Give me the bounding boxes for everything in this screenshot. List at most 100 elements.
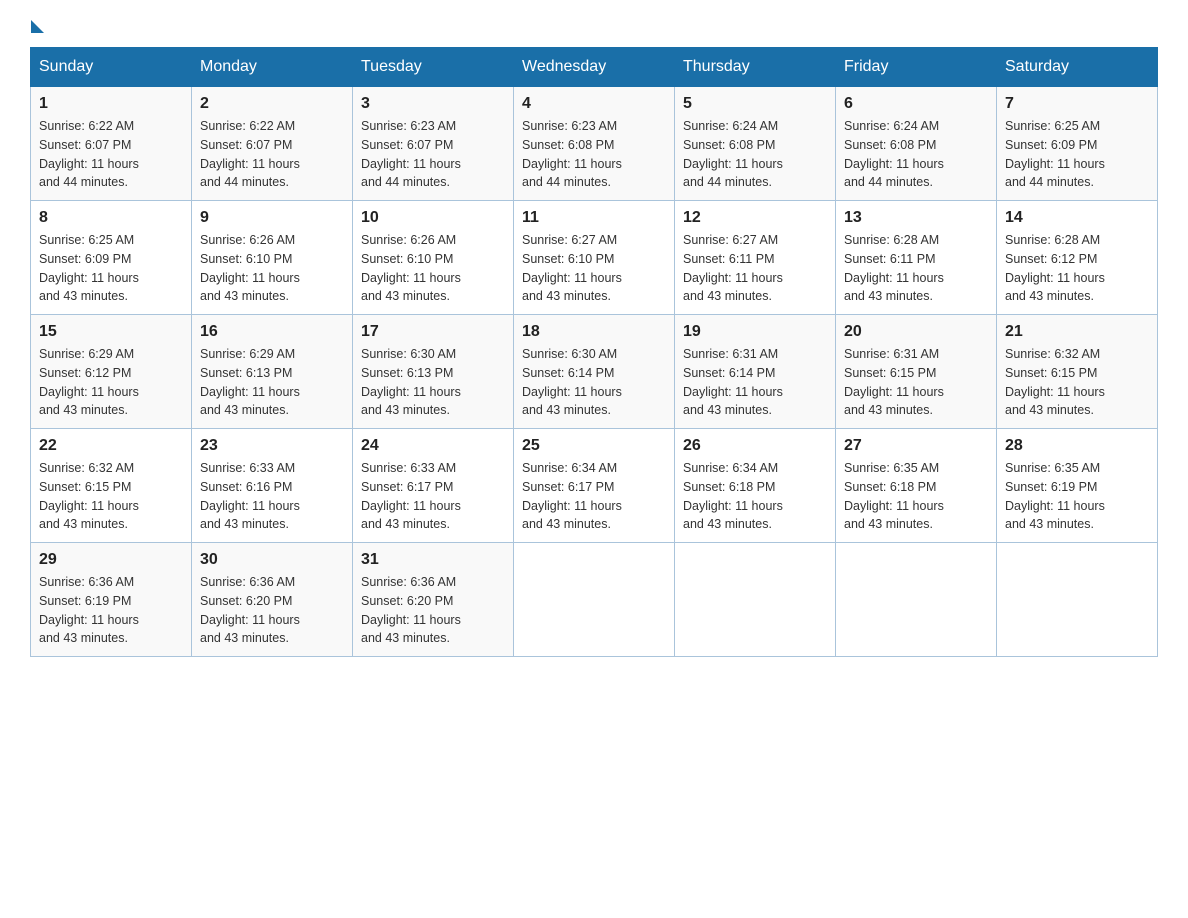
day-info: Sunrise: 6:30 AMSunset: 6:13 PMDaylight:… (361, 345, 505, 420)
day-number: 24 (361, 437, 505, 455)
day-number: 8 (39, 209, 183, 227)
calendar-day-cell: 19 Sunrise: 6:31 AMSunset: 6:14 PMDayligh… (675, 315, 836, 429)
calendar-day-cell: 18 Sunrise: 6:30 AMSunset: 6:14 PMDayligh… (514, 315, 675, 429)
day-number: 31 (361, 551, 505, 569)
calendar-day-cell: 11 Sunrise: 6:27 AMSunset: 6:10 PMDayligh… (514, 201, 675, 315)
day-info: Sunrise: 6:29 AMSunset: 6:13 PMDaylight:… (200, 345, 344, 420)
day-info: Sunrise: 6:24 AMSunset: 6:08 PMDaylight:… (844, 117, 988, 192)
calendar-day-cell: 27 Sunrise: 6:35 AMSunset: 6:18 PMDayligh… (836, 429, 997, 543)
calendar-day-cell: 15 Sunrise: 6:29 AMSunset: 6:12 PMDayligh… (31, 315, 192, 429)
day-info: Sunrise: 6:22 AMSunset: 6:07 PMDaylight:… (39, 117, 183, 192)
day-info: Sunrise: 6:35 AMSunset: 6:19 PMDaylight:… (1005, 459, 1149, 534)
col-thursday: Thursday (675, 48, 836, 87)
calendar-week-row: 29 Sunrise: 6:36 AMSunset: 6:19 PMDayligh… (31, 543, 1158, 657)
calendar-day-cell: 21 Sunrise: 6:32 AMSunset: 6:15 PMDayligh… (997, 315, 1158, 429)
calendar-table: Sunday Monday Tuesday Wednesday Thursday… (30, 47, 1158, 657)
calendar-day-cell (675, 543, 836, 657)
calendar-day-cell: 26 Sunrise: 6:34 AMSunset: 6:18 PMDayligh… (675, 429, 836, 543)
day-number: 11 (522, 209, 666, 227)
day-info: Sunrise: 6:33 AMSunset: 6:16 PMDaylight:… (200, 459, 344, 534)
col-saturday: Saturday (997, 48, 1158, 87)
day-info: Sunrise: 6:24 AMSunset: 6:08 PMDaylight:… (683, 117, 827, 192)
calendar-week-row: 8 Sunrise: 6:25 AMSunset: 6:09 PMDaylight… (31, 201, 1158, 315)
day-info: Sunrise: 6:33 AMSunset: 6:17 PMDaylight:… (361, 459, 505, 534)
day-number: 7 (1005, 95, 1149, 113)
day-number: 1 (39, 95, 183, 113)
day-number: 15 (39, 323, 183, 341)
day-info: Sunrise: 6:22 AMSunset: 6:07 PMDaylight:… (200, 117, 344, 192)
calendar-week-row: 22Sunrise: 6:32 AMSunset: 6:15 PMDayligh… (31, 429, 1158, 543)
day-number: 21 (1005, 323, 1149, 341)
day-info: Sunrise: 6:36 AMSunset: 6:20 PMDaylight:… (200, 573, 344, 648)
calendar-day-cell: 29 Sunrise: 6:36 AMSunset: 6:19 PMDayligh… (31, 543, 192, 657)
calendar-day-cell: 24 Sunrise: 6:33 AMSunset: 6:17 PMDayligh… (353, 429, 514, 543)
day-number: 30 (200, 551, 344, 569)
calendar-day-cell: 9Sunrise: 6:26 AMSunset: 6:10 PMDaylight… (192, 201, 353, 315)
calendar-day-cell: 3 Sunrise: 6:23 AMSunset: 6:07 PMDaylight… (353, 87, 514, 201)
day-info: Sunrise: 6:27 AMSunset: 6:10 PMDaylight:… (522, 231, 666, 306)
day-info: Sunrise: 6:28 AMSunset: 6:12 PMDaylight:… (1005, 231, 1149, 306)
day-number: 18 (522, 323, 666, 341)
col-monday: Monday (192, 48, 353, 87)
calendar-day-cell: 4Sunrise: 6:23 AMSunset: 6:08 PMDaylight… (514, 87, 675, 201)
calendar-day-cell: 1 Sunrise: 6:22 AMSunset: 6:07 PMDaylight… (31, 87, 192, 201)
calendar-day-cell: 5 Sunrise: 6:24 AMSunset: 6:08 PMDaylight… (675, 87, 836, 201)
day-number: 3 (361, 95, 505, 113)
day-info: Sunrise: 6:36 AMSunset: 6:19 PMDaylight:… (39, 573, 183, 648)
calendar-week-row: 1 Sunrise: 6:22 AMSunset: 6:07 PMDaylight… (31, 87, 1158, 201)
day-number: 28 (1005, 437, 1149, 455)
calendar-day-cell: 22Sunrise: 6:32 AMSunset: 6:15 PMDayligh… (31, 429, 192, 543)
calendar-day-cell: 14Sunrise: 6:28 AMSunset: 6:12 PMDayligh… (997, 201, 1158, 315)
col-sunday: Sunday (31, 48, 192, 87)
day-info: Sunrise: 6:32 AMSunset: 6:15 PMDaylight:… (1005, 345, 1149, 420)
day-info: Sunrise: 6:34 AMSunset: 6:18 PMDaylight:… (683, 459, 827, 534)
calendar-week-row: 15 Sunrise: 6:29 AMSunset: 6:12 PMDayligh… (31, 315, 1158, 429)
col-tuesday: Tuesday (353, 48, 514, 87)
day-info: Sunrise: 6:35 AMSunset: 6:18 PMDaylight:… (844, 459, 988, 534)
day-number: 26 (683, 437, 827, 455)
day-number: 6 (844, 95, 988, 113)
day-info: Sunrise: 6:30 AMSunset: 6:14 PMDaylight:… (522, 345, 666, 420)
day-number: 2 (200, 95, 344, 113)
day-info: Sunrise: 6:26 AMSunset: 6:10 PMDaylight:… (361, 231, 505, 306)
calendar-day-cell: 20Sunrise: 6:31 AMSunset: 6:15 PMDayligh… (836, 315, 997, 429)
calendar-day-cell: 25 Sunrise: 6:34 AMSunset: 6:17 PMDayligh… (514, 429, 675, 543)
day-number: 19 (683, 323, 827, 341)
day-info: Sunrise: 6:25 AMSunset: 6:09 PMDaylight:… (39, 231, 183, 306)
day-number: 4 (522, 95, 666, 113)
calendar-day-cell: 2 Sunrise: 6:22 AMSunset: 6:07 PMDaylight… (192, 87, 353, 201)
day-info: Sunrise: 6:31 AMSunset: 6:14 PMDaylight:… (683, 345, 827, 420)
calendar-header-row: Sunday Monday Tuesday Wednesday Thursday… (31, 48, 1158, 87)
page-header (30, 20, 1158, 27)
day-number: 16 (200, 323, 344, 341)
day-info: Sunrise: 6:29 AMSunset: 6:12 PMDaylight:… (39, 345, 183, 420)
day-number: 27 (844, 437, 988, 455)
day-number: 13 (844, 209, 988, 227)
day-number: 5 (683, 95, 827, 113)
day-info: Sunrise: 6:26 AMSunset: 6:10 PMDaylight:… (200, 231, 344, 306)
day-number: 25 (522, 437, 666, 455)
calendar-day-cell: 13 Sunrise: 6:28 AMSunset: 6:11 PMDayligh… (836, 201, 997, 315)
calendar-day-cell: 10 Sunrise: 6:26 AMSunset: 6:10 PMDayligh… (353, 201, 514, 315)
logo (30, 20, 44, 27)
col-friday: Friday (836, 48, 997, 87)
day-info: Sunrise: 6:34 AMSunset: 6:17 PMDaylight:… (522, 459, 666, 534)
calendar-day-cell (514, 543, 675, 657)
day-number: 12 (683, 209, 827, 227)
day-info: Sunrise: 6:25 AMSunset: 6:09 PMDaylight:… (1005, 117, 1149, 192)
calendar-day-cell: 30 Sunrise: 6:36 AMSunset: 6:20 PMDayligh… (192, 543, 353, 657)
calendar-day-cell: 6 Sunrise: 6:24 AMSunset: 6:08 PMDaylight… (836, 87, 997, 201)
calendar-day-cell (836, 543, 997, 657)
calendar-day-cell: 7 Sunrise: 6:25 AMSunset: 6:09 PMDaylight… (997, 87, 1158, 201)
day-info: Sunrise: 6:27 AMSunset: 6:11 PMDaylight:… (683, 231, 827, 306)
calendar-day-cell: 23 Sunrise: 6:33 AMSunset: 6:16 PMDayligh… (192, 429, 353, 543)
day-info: Sunrise: 6:23 AMSunset: 6:07 PMDaylight:… (361, 117, 505, 192)
day-info: Sunrise: 6:28 AMSunset: 6:11 PMDaylight:… (844, 231, 988, 306)
day-number: 10 (361, 209, 505, 227)
calendar-day-cell: 17Sunrise: 6:30 AMSunset: 6:13 PMDayligh… (353, 315, 514, 429)
calendar-day-cell: 16 Sunrise: 6:29 AMSunset: 6:13 PMDayligh… (192, 315, 353, 429)
day-number: 29 (39, 551, 183, 569)
day-number: 23 (200, 437, 344, 455)
calendar-day-cell: 8 Sunrise: 6:25 AMSunset: 6:09 PMDaylight… (31, 201, 192, 315)
calendar-day-cell: 31Sunrise: 6:36 AMSunset: 6:20 PMDayligh… (353, 543, 514, 657)
